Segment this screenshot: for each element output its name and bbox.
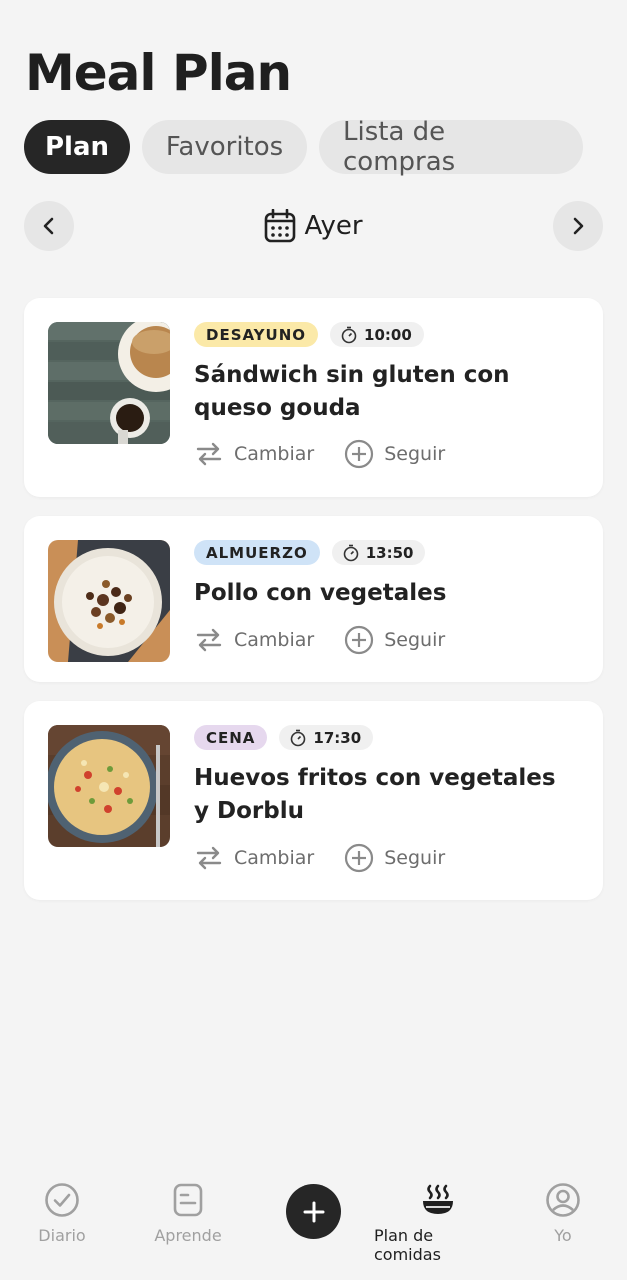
meal-time: 13:50 bbox=[331, 540, 426, 565]
meal-title[interactable]: Pollo con vegetales bbox=[194, 577, 574, 610]
follow-label: Seguir bbox=[384, 629, 446, 651]
stopwatch-icon bbox=[291, 729, 306, 746]
bowl-icon bbox=[423, 1184, 453, 1214]
date-label: Ayer bbox=[304, 211, 363, 241]
swap-arrows-icon bbox=[196, 628, 222, 652]
meal-type-badge: CENA bbox=[194, 725, 268, 750]
page-title: Meal Plan bbox=[25, 44, 292, 102]
date-label-group[interactable]: Ayer bbox=[24, 201, 603, 251]
tab-lista-de-compras[interactable]: Lista de compras bbox=[319, 117, 583, 177]
change-button[interactable]: Cambiar bbox=[194, 439, 314, 469]
check-circle-icon bbox=[45, 1183, 79, 1217]
meal-title[interactable]: Sándwich sin gluten con queso gouda bbox=[194, 359, 574, 425]
follow-button[interactable]: Seguir bbox=[344, 843, 445, 873]
stopwatch-icon bbox=[343, 544, 359, 561]
meal-time-text: 10:00 bbox=[364, 325, 412, 344]
change-button[interactable]: Cambiar bbox=[194, 843, 314, 873]
meal-time-text: 13:50 bbox=[365, 543, 414, 562]
meal-time: 10:00 bbox=[330, 322, 424, 347]
profile-icon bbox=[546, 1183, 580, 1217]
follow-button[interactable]: Seguir bbox=[344, 625, 445, 655]
follow-button[interactable]: Seguir bbox=[344, 439, 445, 469]
tab-bar: Plan Favoritos Lista de compras bbox=[24, 117, 583, 177]
meal-title[interactable]: Huevos fritos con vegetales y Dorblu bbox=[194, 762, 574, 828]
meal-actions: Cambiar Seguir bbox=[194, 439, 445, 469]
follow-label: Seguir bbox=[384, 443, 446, 465]
change-button[interactable]: Cambiar bbox=[194, 625, 314, 655]
meal-card-lunch[interactable]: ALMUERZO 13:50 Pollo con vegetales Cambi… bbox=[24, 516, 603, 682]
tab-plan[interactable]: Plan bbox=[24, 120, 130, 174]
notes-icon bbox=[173, 1183, 203, 1217]
meal-card-dinner[interactable]: CENA 17:30 Huevos fritos con vegetales y… bbox=[24, 701, 603, 900]
nav-label: Yo bbox=[554, 1226, 572, 1245]
plus-circle-icon bbox=[345, 843, 374, 873]
nav-item-diario[interactable]: Diario bbox=[36, 1182, 88, 1245]
nav-label: Plan de comidas bbox=[374, 1226, 441, 1264]
next-day-button[interactable] bbox=[553, 201, 603, 251]
plus-icon bbox=[303, 1201, 324, 1222]
stopwatch-icon bbox=[341, 326, 357, 343]
chevron-right-icon bbox=[573, 217, 584, 235]
meal-photo-dinner bbox=[48, 725, 170, 847]
meal-meta: ALMUERZO 13:50 bbox=[194, 540, 426, 565]
calendar-icon bbox=[265, 209, 296, 243]
meal-actions: Cambiar Seguir bbox=[194, 843, 445, 873]
nav-label: Aprende bbox=[154, 1226, 222, 1245]
plus-circle-icon bbox=[345, 439, 374, 469]
meal-type-badge: ALMUERZO bbox=[194, 540, 320, 565]
date-navigator: Ayer bbox=[24, 201, 603, 251]
meal-meta: DESAYUNO 10:00 bbox=[194, 322, 424, 347]
add-button[interactable] bbox=[286, 1184, 341, 1239]
meal-time-text: 17:30 bbox=[313, 728, 362, 747]
follow-label: Seguir bbox=[384, 847, 446, 869]
meal-actions: Cambiar Seguir bbox=[194, 625, 445, 655]
nav-label: Diario bbox=[38, 1226, 86, 1245]
nav-item-yo[interactable]: Yo bbox=[544, 1182, 582, 1245]
bottom-nav: Diario Aprende Plan de comidas Yo bbox=[0, 1170, 627, 1280]
change-label: Cambiar bbox=[234, 847, 315, 869]
plus-circle-icon bbox=[345, 625, 374, 655]
nav-item-aprende[interactable]: Aprende bbox=[152, 1182, 224, 1245]
meal-meta: CENA 17:30 bbox=[194, 725, 374, 750]
meal-photo-lunch bbox=[48, 540, 170, 662]
swap-arrows-icon bbox=[196, 442, 222, 466]
change-label: Cambiar bbox=[234, 443, 315, 465]
meal-photo-breakfast bbox=[48, 322, 170, 444]
meal-time: 17:30 bbox=[279, 725, 374, 750]
meal-type-badge: DESAYUNO bbox=[194, 322, 319, 347]
nav-item-plan-de-comidas[interactable]: Plan de comidas bbox=[374, 1182, 502, 1264]
change-label: Cambiar bbox=[234, 629, 315, 651]
meal-card-breakfast[interactable]: DESAYUNO 10:00 Sándwich sin gluten con q… bbox=[24, 298, 603, 497]
tab-favoritos[interactable]: Favoritos bbox=[142, 120, 307, 174]
swap-arrows-icon bbox=[196, 846, 222, 870]
